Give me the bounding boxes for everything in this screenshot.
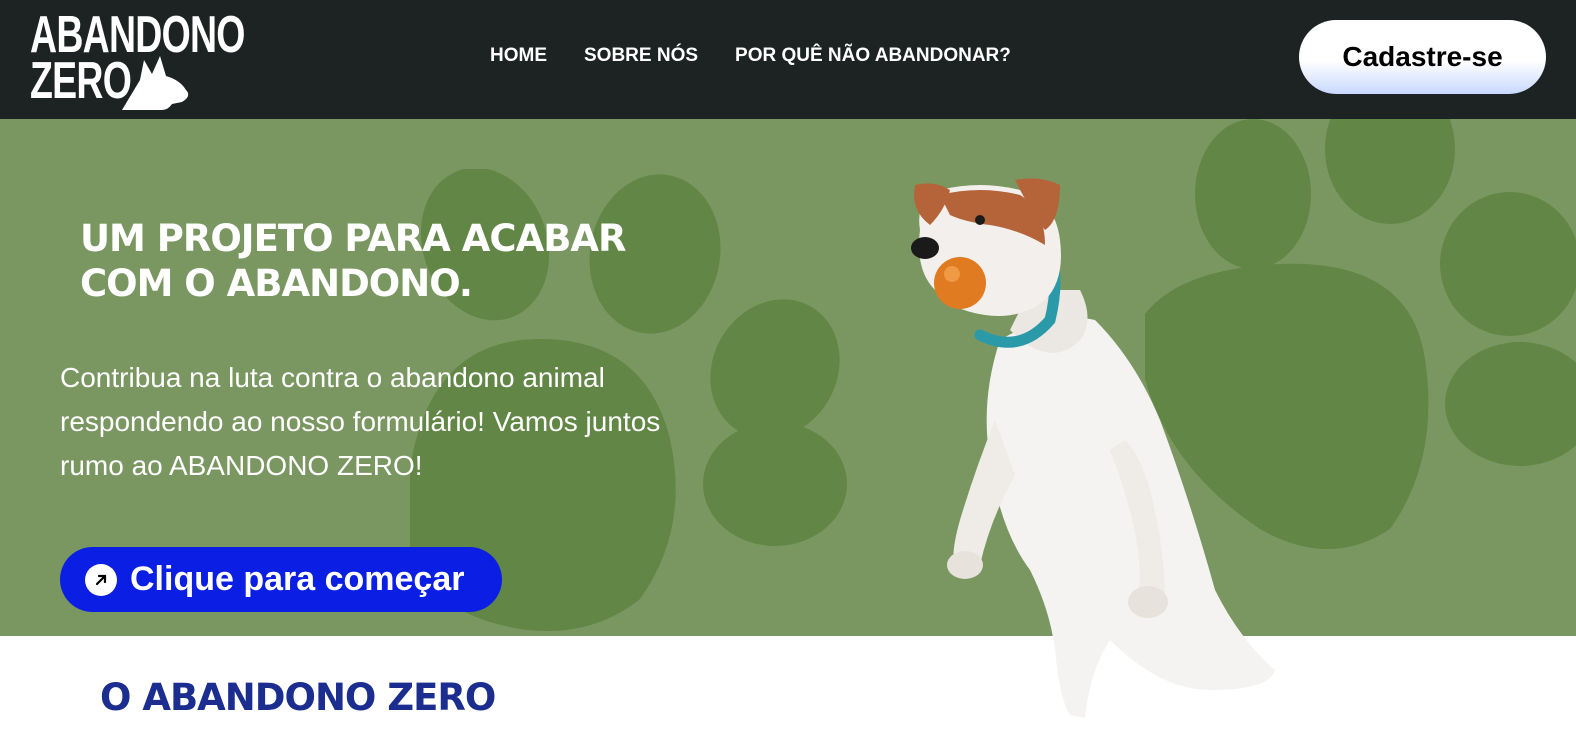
dog-image xyxy=(911,178,1275,718)
hero-text-line1: Contribua na luta contra o abandono anim… xyxy=(60,362,605,393)
hero-title: UM PROJETO PARA ACABAR COM O ABANDONO. xyxy=(80,216,680,306)
start-button[interactable]: Clique para começar xyxy=(60,547,502,612)
arrow-up-right-icon xyxy=(85,564,117,596)
hero-text-line3: rumo ao ABANDONO ZERO! xyxy=(60,450,423,481)
logo-text-line2: ZERO xyxy=(30,52,132,110)
logo[interactable]: ABANDONO ZERO xyxy=(30,9,245,110)
start-button-label: Clique para começar xyxy=(130,560,465,598)
hero-text-line2: respondendo ao nosso formulário! Vamos j… xyxy=(60,406,661,437)
hero-title-line1: UM PROJETO PARA ACABAR xyxy=(80,217,627,260)
site-header: ABANDONO ZERO HOME SOBRE NÓS POR QUÊ NÃO… xyxy=(0,0,1576,119)
nav-home[interactable]: HOME xyxy=(490,45,547,67)
nav-por-que-nao-abandonar[interactable]: POR QUÊ NÃO ABANDONAR? xyxy=(735,45,1011,67)
hero-description: Contribua na luta contra o abandono anim… xyxy=(60,356,780,488)
section-title: O ABANDONO ZERO xyxy=(100,676,496,719)
signup-button[interactable]: Cadastre-se xyxy=(1299,20,1546,94)
hero-section: UM PROJETO PARA ACABAR COM O ABANDONO. C… xyxy=(0,119,1576,636)
hero-title-line2: COM O ABANDONO. xyxy=(80,262,473,305)
main-nav: HOME SOBRE NÓS POR QUÊ NÃO ABANDONAR? xyxy=(490,45,1011,67)
nav-sobre-nos[interactable]: SOBRE NÓS xyxy=(584,45,698,67)
dog-head-icon xyxy=(122,56,189,110)
